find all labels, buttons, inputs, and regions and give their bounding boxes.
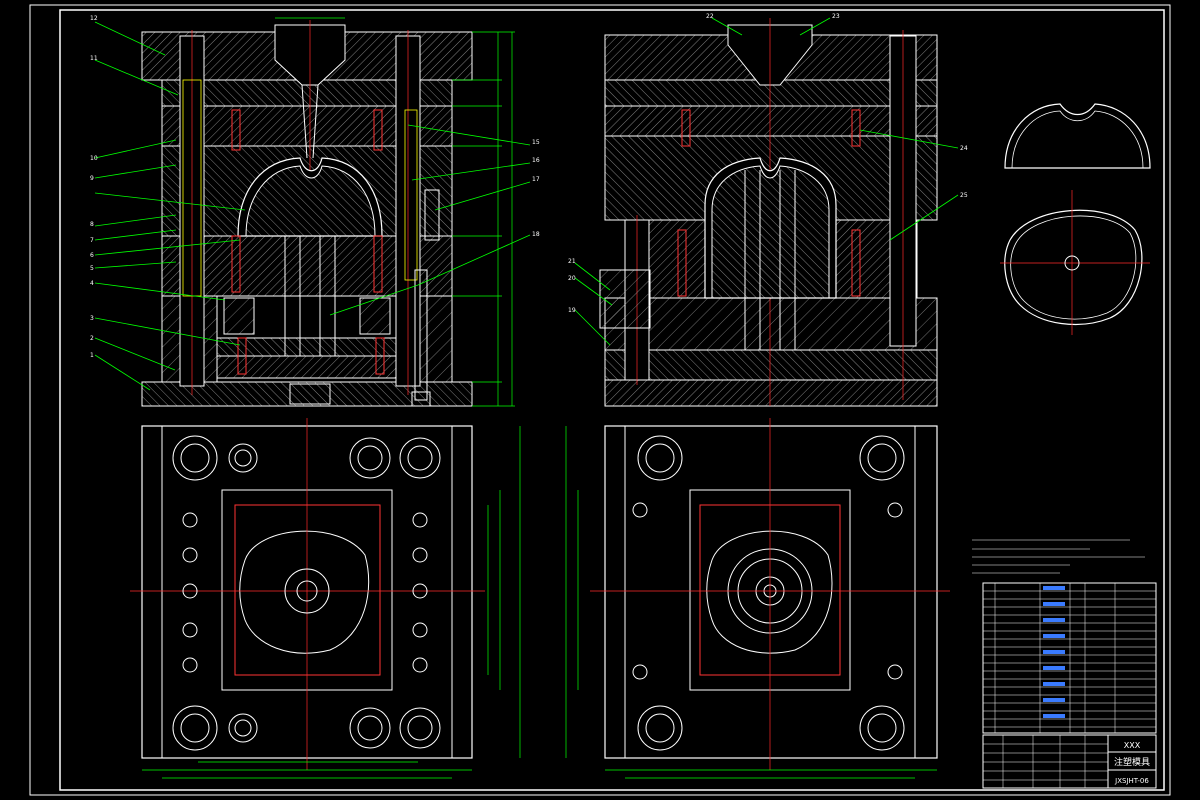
drawing-title: 注塑模具 xyxy=(1114,756,1150,768)
label-3: 3 xyxy=(90,315,94,322)
label-7: 7 xyxy=(90,237,94,244)
drawing-number: JXSJHT-06 xyxy=(1114,777,1149,785)
company-name: XXX xyxy=(1124,741,1141,750)
label-20: 20 xyxy=(568,275,576,282)
title-block: XXX 注塑模具 JXSJHT-06 xyxy=(982,734,1157,789)
part-profile-sketch xyxy=(1004,103,1151,169)
label-17: 17 xyxy=(532,176,540,183)
moving-half-plan-view xyxy=(130,418,521,779)
label-1: 1 xyxy=(90,352,94,359)
label-11: 11 xyxy=(90,55,98,62)
label-15: 15 xyxy=(532,139,540,146)
cad-drawing-canvas: 12 11 10 9 8 7 6 5 4 3 2 1 15 16 17 18 2… xyxy=(29,4,1171,796)
label-21: 21 xyxy=(568,258,576,265)
parts-list-table xyxy=(982,582,1157,734)
label-12: 12 xyxy=(90,15,98,22)
label-10: 10 xyxy=(90,155,98,162)
label-19: 19 xyxy=(568,307,576,314)
label-6: 6 xyxy=(90,252,94,259)
label-9: 9 xyxy=(90,175,94,182)
label-16: 16 xyxy=(532,157,540,164)
label-18: 18 xyxy=(532,231,540,238)
label-24: 24 xyxy=(960,145,968,152)
label-2: 2 xyxy=(90,335,94,342)
fixed-half-plan-view xyxy=(565,418,950,779)
label-8: 8 xyxy=(90,221,94,228)
side-section-view xyxy=(599,18,938,407)
label-4: 4 xyxy=(90,280,94,287)
label-23: 23 xyxy=(832,13,840,20)
front-section-view xyxy=(141,17,515,407)
technical-notes xyxy=(972,539,1145,574)
label-25: 25 xyxy=(960,192,968,199)
part-top-view-sketch xyxy=(1000,190,1150,335)
label-22: 22 xyxy=(706,13,714,20)
label-5: 5 xyxy=(90,265,94,272)
